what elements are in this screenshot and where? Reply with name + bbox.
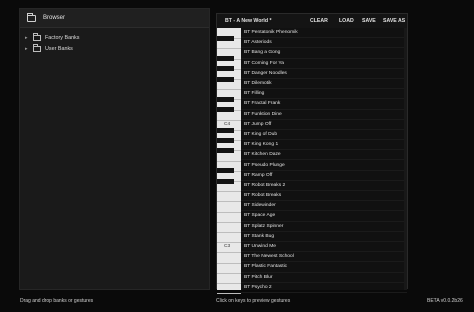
key-divider bbox=[217, 120, 241, 121]
black-key[interactable] bbox=[217, 97, 234, 102]
preset-scrollbar[interactable] bbox=[404, 28, 407, 290]
tree-item-label: User Banks bbox=[45, 45, 73, 52]
black-key[interactable] bbox=[217, 148, 234, 153]
preset-row[interactable]: BT Stank Bug bbox=[241, 232, 407, 242]
version-label: BETA v0.0.2b26 bbox=[427, 298, 463, 304]
black-key[interactable] bbox=[217, 138, 234, 143]
black-key[interactable] bbox=[217, 36, 234, 41]
key-divider bbox=[217, 48, 241, 49]
black-key[interactable] bbox=[217, 168, 234, 173]
black-key[interactable] bbox=[217, 66, 234, 71]
browser-header: Browser bbox=[20, 9, 209, 28]
status-hint-left: Drag and drop banks or gestures bbox=[20, 298, 94, 304]
preset-row[interactable]: BT Pentatonik Phenomik bbox=[241, 28, 407, 39]
black-key[interactable] bbox=[217, 107, 234, 112]
preset-row[interactable]: BT Unwind Me bbox=[241, 242, 407, 253]
preset-row[interactable]: BT King Kong 1 bbox=[241, 140, 407, 151]
preset-row[interactable]: BT Danger Noodles bbox=[241, 69, 407, 79]
preset-row[interactable]: BT Kitchen Daze bbox=[241, 150, 407, 161]
key-octave-label: C3 bbox=[224, 244, 231, 249]
key-divider bbox=[217, 273, 241, 274]
key-divider bbox=[217, 252, 241, 253]
save-as-button[interactable]: SAVE AS bbox=[383, 18, 405, 24]
preset-row[interactable]: BT Coming For Ya bbox=[241, 59, 407, 69]
preset-row[interactable]: BT Plastic Fantastic bbox=[241, 262, 407, 273]
key-octave-label: C4 bbox=[224, 122, 231, 127]
preset-row[interactable]: BT Funktion Dine bbox=[241, 110, 407, 120]
preset-row[interactable]: BT Bang a Gong bbox=[241, 48, 407, 59]
preset-row[interactable]: BT Jump Off bbox=[241, 120, 407, 130]
browser-panel: Browser ▸ Factory Banks ▸ User Banks bbox=[19, 8, 210, 290]
tree-item-factory-banks[interactable]: ▸ Factory Banks bbox=[20, 32, 209, 43]
bank-name: BT - A New World * bbox=[225, 18, 272, 24]
app-window: Browser ▸ Factory Banks ▸ User Banks BT … bbox=[0, 0, 474, 312]
bank-tree: ▸ Factory Banks ▸ User Banks bbox=[20, 28, 209, 54]
black-key[interactable] bbox=[217, 179, 234, 184]
key-divider bbox=[217, 191, 241, 192]
key-divider bbox=[217, 283, 241, 284]
preset-row[interactable]: BT King of Dub bbox=[241, 130, 407, 141]
folder-icon bbox=[33, 32, 41, 41]
tree-item-label: Factory Banks bbox=[45, 34, 80, 41]
browser-title: Browser bbox=[43, 15, 66, 21]
key-divider bbox=[217, 161, 241, 162]
black-key[interactable] bbox=[217, 128, 234, 133]
status-hint-mid: Click on keys to preview gestures bbox=[216, 298, 291, 304]
key-divider bbox=[217, 242, 241, 243]
preset-row[interactable]: BT Splatz Spinner bbox=[241, 222, 407, 232]
preset-row[interactable]: BT Pitch Blur bbox=[241, 273, 407, 283]
preset-row[interactable]: BT Filling bbox=[241, 89, 407, 100]
bank-panel: BT - A New World * CLEAR LOAD SAVE SAVE … bbox=[216, 13, 408, 294]
black-key[interactable] bbox=[217, 77, 234, 82]
preset-row[interactable]: BT Ramp Off bbox=[241, 171, 407, 181]
key-divider bbox=[217, 293, 241, 294]
preset-list: BT Pentatonik Phenomik BT Asteriods BT Ban… bbox=[241, 28, 407, 293]
key-divider bbox=[217, 89, 241, 90]
tree-item-user-banks[interactable]: ▸ User Banks bbox=[20, 43, 209, 54]
key-divider bbox=[217, 201, 241, 202]
clear-button[interactable]: CLEAR bbox=[310, 18, 328, 24]
preset-row[interactable]: BT Space Age bbox=[241, 211, 407, 222]
bank-toolbar: BT - A New World * CLEAR LOAD SAVE SAVE … bbox=[217, 14, 407, 28]
key-divider bbox=[217, 232, 241, 233]
folder-icon bbox=[27, 12, 36, 22]
chevron-right-icon[interactable]: ▸ bbox=[25, 46, 31, 52]
key-divider bbox=[217, 222, 241, 223]
preset-row[interactable]: BT The Newest School bbox=[241, 252, 407, 263]
save-button[interactable]: SAVE bbox=[362, 18, 376, 24]
preset-row[interactable]: BT Fractal Frank bbox=[241, 99, 407, 110]
preset-row[interactable]: BT Asteriods bbox=[241, 38, 407, 49]
preset-row[interactable]: BT Pseudo Plunge bbox=[241, 160, 407, 171]
piano-keyboard[interactable]: C4 C3 bbox=[217, 28, 241, 294]
key-divider bbox=[217, 212, 241, 213]
black-key[interactable] bbox=[217, 56, 234, 61]
preset-row[interactable]: BT Robot Breaks bbox=[241, 191, 407, 202]
preset-row[interactable]: BT Sidewinder bbox=[241, 201, 407, 212]
folder-icon bbox=[33, 43, 41, 52]
preset-row[interactable]: BT Psycho 2 bbox=[241, 283, 407, 293]
key-divider bbox=[217, 263, 241, 264]
chevron-right-icon[interactable]: ▸ bbox=[25, 35, 31, 41]
load-button[interactable]: LOAD bbox=[339, 18, 354, 24]
preset-row[interactable]: BT Dilemotik bbox=[241, 79, 407, 90]
preset-row[interactable]: BT Robot Breaks 2 bbox=[241, 181, 407, 191]
